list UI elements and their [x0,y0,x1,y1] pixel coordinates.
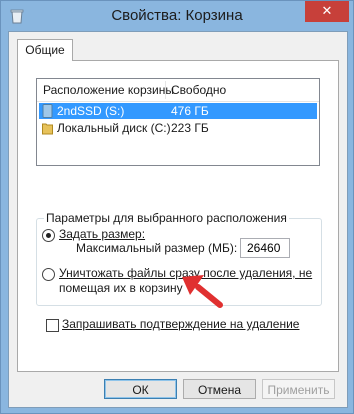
free-space: 223 ГБ [171,121,209,135]
recycle-locations-list[interactable]: Расположение корзины Свободно 2ndSSD (S:… [36,78,320,166]
apply-button[interactable]: Применить [262,379,335,399]
radio-delete-label-line2[interactable]: помещая их в корзину [59,281,183,295]
radio-delete-immediately[interactable] [42,268,55,281]
free-space: 476 ГБ [171,104,209,118]
confirm-delete-checkbox[interactable] [46,319,59,332]
column-header-location[interactable]: Расположение корзины [43,83,174,97]
folder-icon [42,123,53,135]
dialog-client-area: Общие Расположение корзины Свободно 2ndS… [8,31,348,408]
column-header-free[interactable]: Свободно [171,83,226,97]
annotation-arrow-icon [182,275,223,308]
drive-icon [42,104,53,118]
column-divider[interactable] [165,81,166,99]
window-title: Свойства: Корзина [111,7,243,24]
title-bar[interactable]: Свойства: Корзина ✕ [1,1,353,31]
radio-selected-dot [46,233,51,238]
list-item[interactable]: Локальный диск (C:) 223 ГБ [39,120,317,136]
location-name: 2ndSSD (S:) [57,104,125,118]
close-button[interactable]: ✕ [305,1,349,22]
properties-window: Свойства: Корзина ✕ Общие Расположение к… [0,0,354,414]
ok-button[interactable]: ОК [104,379,177,399]
location-name: Локальный диск (C:) [57,121,171,135]
group-title: Параметры для выбранного расположения [44,211,289,225]
confirm-delete-label[interactable]: Запрашивать подтверждение на удаление [62,317,299,331]
max-size-label: Максимальный размер (МБ): [76,241,238,255]
cancel-button[interactable]: Отмена [183,379,256,399]
radio-custom-size-label[interactable]: Задать размер: [59,227,145,241]
tab-panel-general: Расположение корзины Свободно 2ndSSD (S:… [17,60,339,372]
radio-custom-size[interactable] [42,229,55,242]
max-size-input[interactable] [240,238,290,258]
list-item[interactable]: 2ndSSD (S:) 476 ГБ [39,103,317,119]
tab-general[interactable]: Общие [17,39,73,61]
list-header: Расположение корзины Свободно [37,79,319,102]
close-icon: ✕ [321,3,333,18]
